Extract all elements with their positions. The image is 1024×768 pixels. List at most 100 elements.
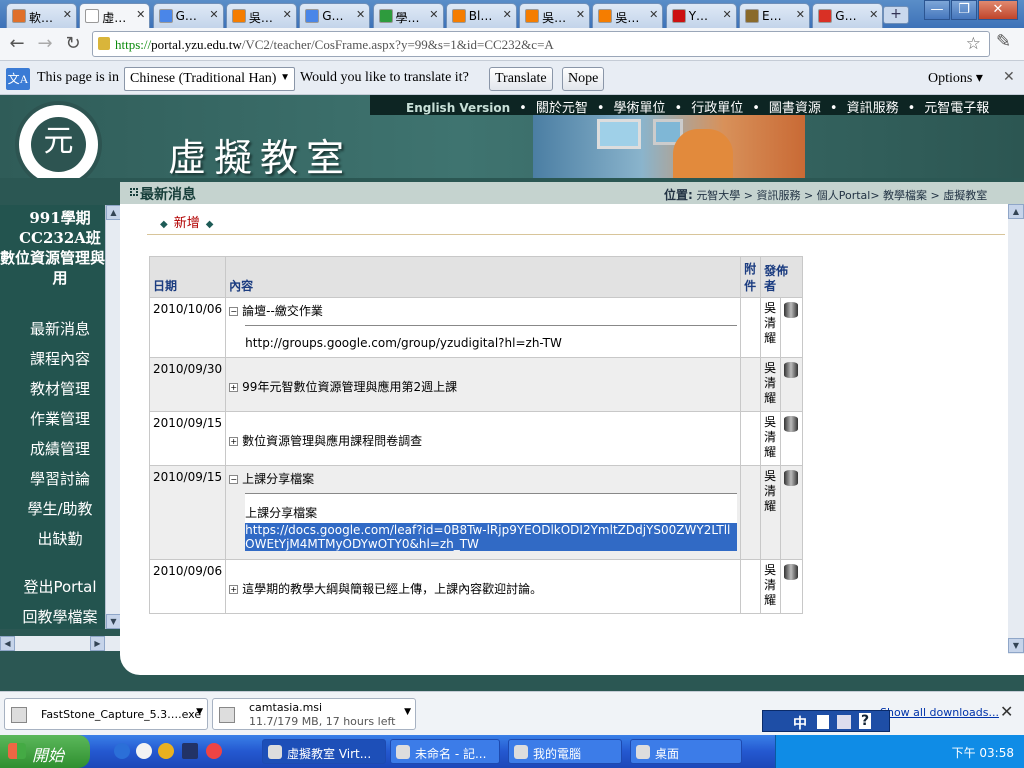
database-icon[interactable] [784,564,799,580]
top-nav-link[interactable]: 圖書資源 [769,101,821,116]
top-nav-link[interactable]: 元智電子報 [924,101,989,116]
tab-close-icon[interactable]: ✕ [503,8,512,21]
collapse-icon[interactable]: − [229,307,239,316]
content-scrollbar[interactable]: ▲ ▼ [1008,204,1024,654]
close-icon[interactable]: ✕ [1003,69,1015,86]
sidebar-item[interactable]: 登出Portal [0,576,120,597]
browser-tab[interactable]: 軟… ✕ [6,3,77,28]
tab-close-icon[interactable]: ✕ [869,8,878,21]
scroll-up-icon[interactable]: ▲ [106,205,121,220]
taskbar-window[interactable]: 我的電腦 [508,739,622,764]
start-button[interactable]: 開始 [0,735,90,768]
sidebar-item[interactable]: 最新消息 [0,318,120,339]
row-title[interactable]: 上課分享檔案 [242,472,314,486]
new-tab-button[interactable]: + [883,6,909,24]
download-item[interactable]: FastStone_Capture_5.3….exe ▼ [4,698,208,730]
translate-button[interactable]: Translate [489,67,553,91]
breadcrumb-links[interactable]: 元智大學 > 資訊服務 > 個人Portal> 教學檔案 > 虛擬教室 [696,189,987,202]
forward-arrow-icon[interactable]: → [34,34,56,54]
browser-tab[interactable]: Bl… ✕ [445,3,517,28]
database-icon[interactable] [784,470,799,486]
detail-link[interactable]: http://groups.google.com/group/yzudigita… [245,336,562,350]
nope-button[interactable]: Nope [562,67,605,91]
expand-icon[interactable]: + [229,383,239,392]
sidebar-item[interactable]: 成績管理 [0,438,120,459]
scroll-down-icon[interactable]: ▼ [1008,638,1024,653]
collapse-icon[interactable]: − [229,475,239,484]
tab-close-icon[interactable]: ✕ [356,8,365,21]
database-icon[interactable] [784,362,799,378]
browser-tab[interactable]: 吳… ✕ [519,3,591,28]
expand-icon[interactable]: + [229,585,239,594]
tab-close-icon[interactable]: ✕ [722,8,731,21]
browser-tab[interactable]: E… ✕ [739,3,810,28]
app-icon[interactable] [182,743,198,759]
detail-link[interactable]: https://docs.google.com/leaf?id=0B8Tw-lR… [245,523,738,551]
browser-tab[interactable]: 吳… ✕ [592,3,664,28]
wrench-icon[interactable]: ✎ [996,31,1011,52]
row-content: +99年元智數位資源管理與應用第2週上課 [225,357,742,412]
sidebar-item[interactable]: 回教學檔案 [0,606,120,627]
tab-close-icon[interactable]: ✕ [649,8,658,21]
top-nav-link[interactable]: 學術單位 [614,101,666,116]
browser-tab[interactable]: 虛… ✕ [79,3,151,28]
chrome-quicklaunch-icon[interactable] [206,743,222,759]
expand-icon[interactable]: + [229,437,239,446]
window-close-button[interactable]: ✕ [978,0,1018,20]
row-title[interactable]: 這學期的教學大綱與簡報已經上傳，上課內容歡迎討論。 [242,582,542,596]
row-title[interactable]: 99年元智數位資源管理與應用第2週上課 [242,380,457,394]
scroll-right-icon[interactable]: ▶ [90,636,105,651]
sidebar-scrollbar[interactable]: ▲ ▼ [105,205,121,629]
sidebar-item[interactable]: 課程內容 [0,348,120,369]
browser-tab[interactable]: Y… ✕ [665,3,737,28]
sidebar-item[interactable]: 教材管理 [0,378,120,399]
media-icon[interactable] [158,743,174,759]
tab-close-icon[interactable]: ✕ [209,8,218,21]
sidebar-item[interactable]: 學生/助教 [0,498,120,519]
tab-close-icon[interactable]: ✕ [429,8,438,21]
language-select[interactable]: Chinese (Traditional Han) ▼ [124,67,295,91]
tab-close-icon[interactable]: ✕ [576,8,585,21]
ie-icon[interactable] [114,743,130,759]
row-title[interactable]: 論壇--繳交作業 [242,304,323,318]
scroll-down-icon[interactable]: ▼ [106,614,121,629]
tab-close-icon[interactable]: ✕ [63,8,72,21]
browser-tab[interactable]: G… ✕ [812,3,884,28]
sidebar-hscrollbar[interactable]: ◀ ▶ [0,636,120,651]
sidebar-item[interactable]: 學習討論 [0,468,120,489]
taskbar-window[interactable]: 虛擬教室 Virt... [262,739,386,764]
top-nav-link[interactable]: English Version [406,101,510,115]
show-all-downloads-link[interactable]: Show all downloads... [880,706,999,719]
taskbar-window[interactable]: 未命名 - 記... [390,739,500,764]
tab-close-icon[interactable]: ✕ [283,8,292,21]
browser-tab[interactable]: 學… ✕ [372,3,444,28]
chrome-icon[interactable] [136,743,152,759]
scroll-left-icon[interactable]: ◀ [0,636,15,651]
close-icon[interactable]: ✕ [1000,702,1013,721]
address-bar[interactable]: https://portal.yzu.edu.tw/VC2/teacher/Co… [92,31,990,57]
taskbar-window[interactable]: 桌面 [630,739,742,764]
download-item[interactable]: camtasia.msi 11.7/179 MB, 17 hours left … [212,698,416,730]
browser-tab[interactable]: G… ✕ [299,3,371,28]
reload-icon[interactable]: ↻ [62,34,84,54]
add-news-link[interactable]: ◆ 新增 ◆ [154,212,219,231]
top-nav-link[interactable]: 資訊服務 [847,101,899,116]
back-arrow-icon[interactable]: ← [6,34,28,54]
browser-tab[interactable]: G… ✕ [152,3,224,28]
scroll-up-icon[interactable]: ▲ [1008,204,1024,219]
sidebar-item[interactable]: 作業管理 [0,408,120,429]
database-icon[interactable] [784,302,799,318]
top-nav-link[interactable]: 關於元智 [536,101,588,116]
row-title[interactable]: 數位資源管理與應用課程問卷調查 [242,434,422,448]
bookmark-star-icon[interactable]: ☆ [966,34,981,54]
tab-close-icon[interactable]: ✕ [796,8,805,21]
translate-options-menu[interactable]: Options ▾ [928,70,983,87]
ime-toolbar[interactable]: 中 ? [762,710,890,732]
browser-tab[interactable]: 吳… ✕ [225,3,297,28]
maximize-button[interactable]: ❐ [951,0,977,20]
top-nav-link[interactable]: 行政單位 [691,101,743,116]
minimize-button[interactable]: — [924,0,950,20]
tab-close-icon[interactable]: ✕ [136,8,145,21]
sidebar-item[interactable]: 出缺勤 [0,528,120,549]
database-icon[interactable] [784,416,799,432]
